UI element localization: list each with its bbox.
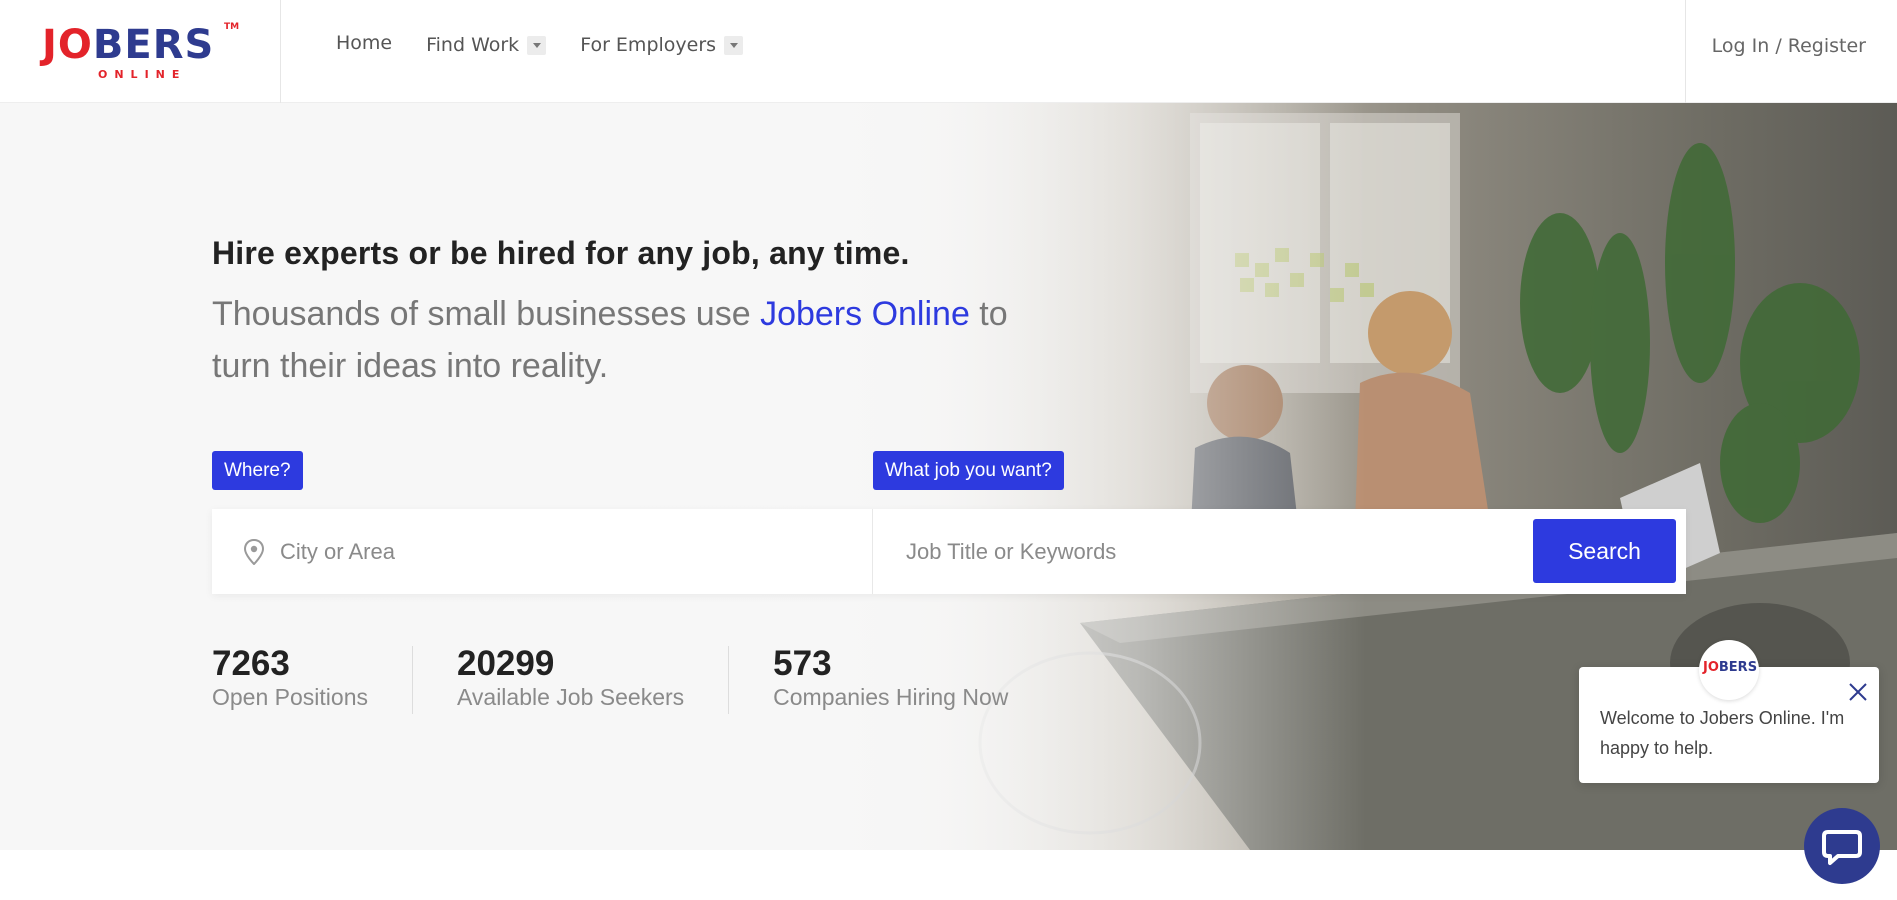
nav-item-home[interactable]: Home [336,32,392,54]
stat-job-seekers: 20299 Available Job Seekers [456,644,730,714]
jobers-logo[interactable]: JOBERS ONLINE TM [42,22,242,82]
search-bar: Search [212,509,1686,594]
chevron-down-icon[interactable] [527,35,547,55]
where-label: Where? [212,451,303,490]
login-container: Log In / Register [1685,0,1897,103]
hero-sub-prefix: Thousands of small businesses use [212,295,761,333]
what-job-label: What job you want? [873,451,1064,490]
nav-home-label: Home [336,32,393,54]
logo-word-rest: BERS [92,22,215,68]
logo-letter-o: O [57,22,93,68]
nav-for-employers-label: For Employers [580,34,717,56]
logo-tm: TM [224,22,240,32]
hero-subline: Thousands of small businesses use Jobers… [212,288,1052,392]
nav-item-for-employers[interactable]: For Employers [580,34,744,56]
hero-headline: Hire experts or be hired for any job, an… [212,235,910,271]
stat-label: Available Job Seekers [456,684,685,710]
stat-label: Open Positions [212,684,368,710]
logo-letter-j: J [42,22,58,68]
chat-bubble-icon [1822,830,1862,865]
search-divider [872,509,873,594]
chat-avatar-text-red: JO [1703,660,1719,675]
chat-avatar: JOBERS [1699,640,1759,700]
stat-number: 573 [773,644,832,683]
chat-message: Welcome to Jobers Online. I'm happy to h… [1600,708,1845,758]
job-keywords-input[interactable] [906,509,1526,594]
chat-launcher-button[interactable] [1804,808,1880,884]
stat-number: 7263 [212,644,290,683]
stats-row: 7263 Open Positions 20299 Available Job … [212,646,1096,714]
search-button[interactable]: Search [1533,519,1676,583]
location-pin-icon [243,538,265,569]
nav-item-find-work[interactable]: Find Work [426,34,547,56]
stat-number: 20299 [456,644,555,683]
stat-companies-hiring: 573 Companies Hiring Now [773,646,1052,714]
login-register-link[interactable]: Log In / Register [1712,35,1866,57]
logo-container: JOBERS ONLINE TM [0,0,281,103]
site-header: JOBERS ONLINE TM Home Find Work For Empl… [0,0,1897,103]
city-area-input[interactable] [280,509,860,594]
close-icon[interactable] [1847,681,1869,703]
chat-avatar-text-blue: BERS [1718,660,1758,675]
main-nav: Home Find Work For Employers [336,32,777,56]
nav-find-work-label: Find Work [426,34,520,56]
stat-open-positions: 7263 Open Positions [212,646,413,714]
page-content-start [0,850,1897,900]
hero-sub-brand: Jobers Online [760,295,970,333]
logo-subtitle: ONLINE [98,68,187,81]
stat-label: Companies Hiring Now [773,684,1009,710]
chevron-down-icon[interactable] [724,35,744,55]
